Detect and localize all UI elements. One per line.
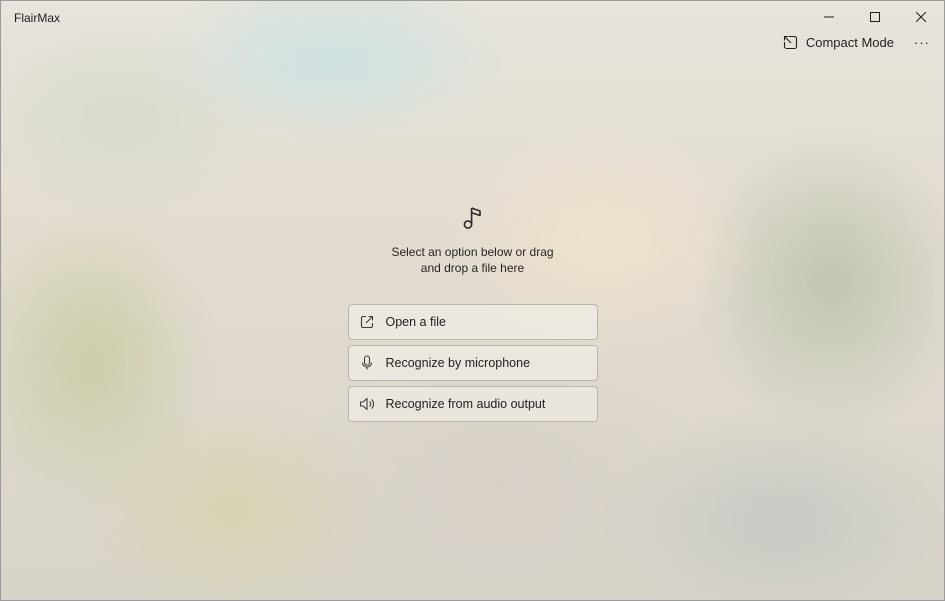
open-external-icon [359,314,375,330]
drop-zone[interactable]: Select an option below or drag and drop … [1,206,944,422]
prompt-line-1: Select an option below or drag [391,245,554,259]
minimize-icon [824,16,834,18]
prompt-line-2: and drop a file here [420,261,525,275]
window-controls [806,1,944,33]
recognize-microphone-button[interactable]: Recognize by microphone [347,345,598,381]
app-window: FlairMax Compact Mode ··· Select an opti… [0,0,945,601]
recognize-audio-output-label: Recognize from audio output [385,397,546,411]
compact-mode-icon [783,35,797,49]
open-file-button[interactable]: Open a file [347,304,598,340]
recognize-audio-output-button[interactable]: Recognize from audio output [347,386,598,422]
minimize-button[interactable] [806,1,852,33]
more-options-button[interactable]: ··· [914,31,930,53]
microphone-icon [359,355,375,371]
app-title: FlairMax [14,11,61,25]
speaker-icon [359,396,375,412]
options-list: Open a file Recognize by microphone Reco… [347,304,598,422]
music-note-icon [463,207,481,229]
maximize-icon [870,12,880,22]
close-button[interactable] [898,1,944,33]
maximize-button[interactable] [852,1,898,33]
recognize-microphone-label: Recognize by microphone [385,356,531,370]
close-icon [916,12,926,22]
compact-mode-button[interactable]: Compact Mode [777,31,900,53]
drop-prompt: Select an option below or drag and drop … [391,244,553,276]
compact-mode-label: Compact Mode [805,34,894,50]
toolbar: Compact Mode ··· [777,31,930,53]
open-file-label: Open a file [385,315,446,329]
